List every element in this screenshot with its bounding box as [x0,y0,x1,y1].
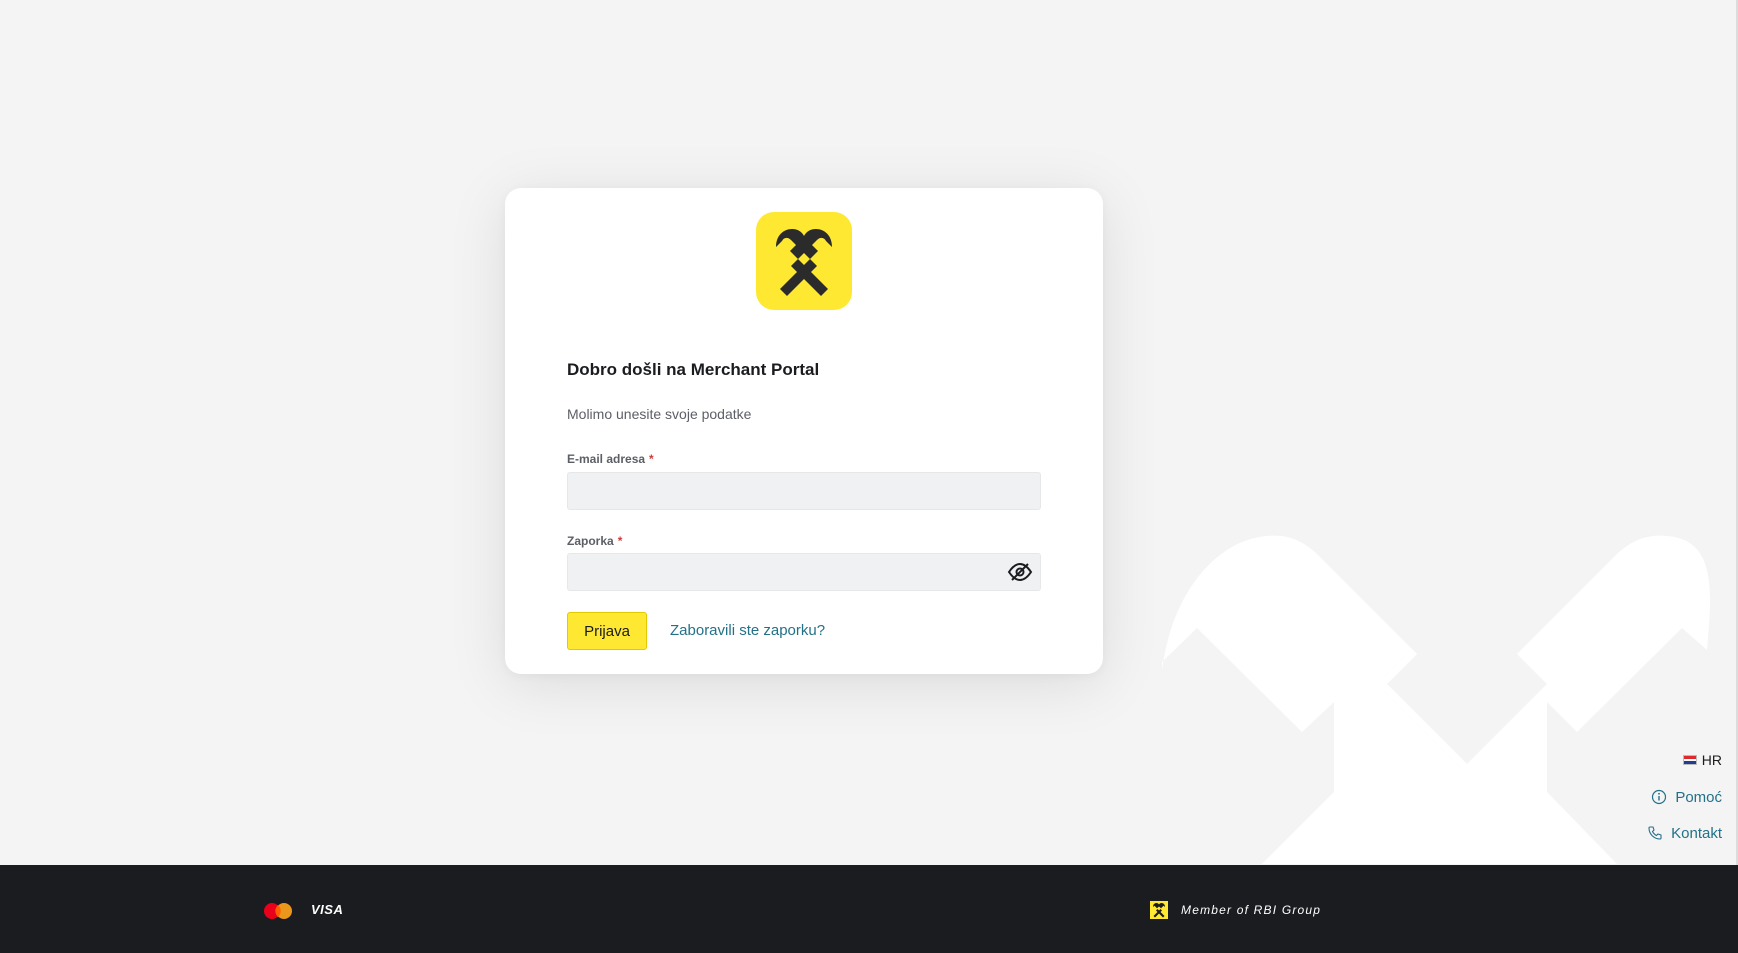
email-label-text: E-mail adresa [567,452,646,466]
email-input[interactable] [567,472,1041,510]
language-code: HR [1701,752,1722,768]
phone-icon [1648,826,1662,840]
password-input[interactable] [567,553,1041,591]
forgot-password-link[interactable]: Zaboravili ste zaporku? [670,622,825,639]
visa-logo: VISA [311,902,344,917]
rbi-logo-icon [1150,901,1168,919]
required-marker: * [617,534,623,548]
croatian-flag-icon [1682,755,1697,765]
language-selector[interactable]: HR [1647,750,1722,770]
member-of-rbi-text: Member of RBI Group [1181,903,1322,917]
login-card: Dobro došli na Merchant Portal Molimo un… [505,188,1103,674]
footer: VISA Member of RBI Group [0,865,1738,953]
background-logo-icon [1162,535,1711,864]
password-label-text: Zaporka [567,534,614,548]
required-marker: * [649,452,654,466]
help-link-label: Pomoć [1675,788,1722,806]
password-label: Zaporka * [567,534,622,548]
page-title: Dobro došli na Merchant Portal [567,360,820,379]
eye-slash-icon[interactable] [1007,562,1033,582]
login-subtitle: Molimo unesite svoje podatke [567,406,752,422]
help-link[interactable]: Pomoć [1647,787,1722,807]
raiffeisen-logo-icon [756,212,852,310]
page: Dobro došli na Merchant Portal Molimo un… [0,0,1738,865]
mastercard-icon [264,903,292,919]
email-label: E-mail adresa * [567,452,654,466]
contact-link[interactable]: Kontakt [1647,823,1722,843]
side-links: HR Pomoć Kontakt [1647,750,1722,859]
info-icon [1652,789,1667,805]
login-button[interactable]: Prijava [567,612,647,650]
contact-link-label: Kontakt [1671,824,1722,842]
